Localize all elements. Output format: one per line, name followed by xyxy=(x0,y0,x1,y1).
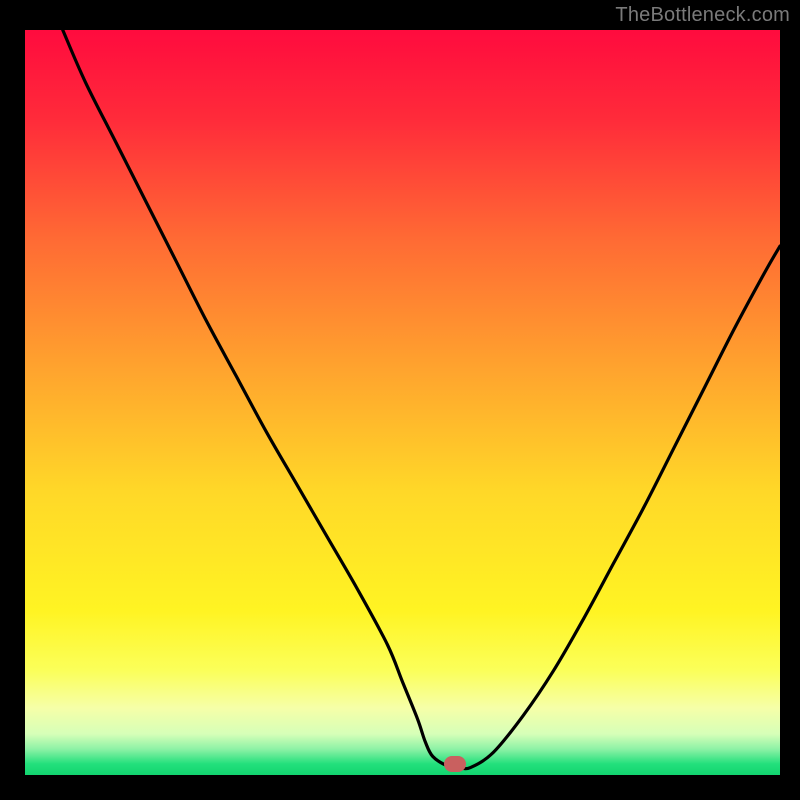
watermark-text: TheBottleneck.com xyxy=(615,4,790,27)
gradient-background xyxy=(25,30,780,775)
chart-frame: TheBottleneck.com xyxy=(0,0,800,800)
bottleneck-marker xyxy=(444,756,466,772)
plot-area xyxy=(25,30,780,775)
plot-svg xyxy=(25,30,780,775)
